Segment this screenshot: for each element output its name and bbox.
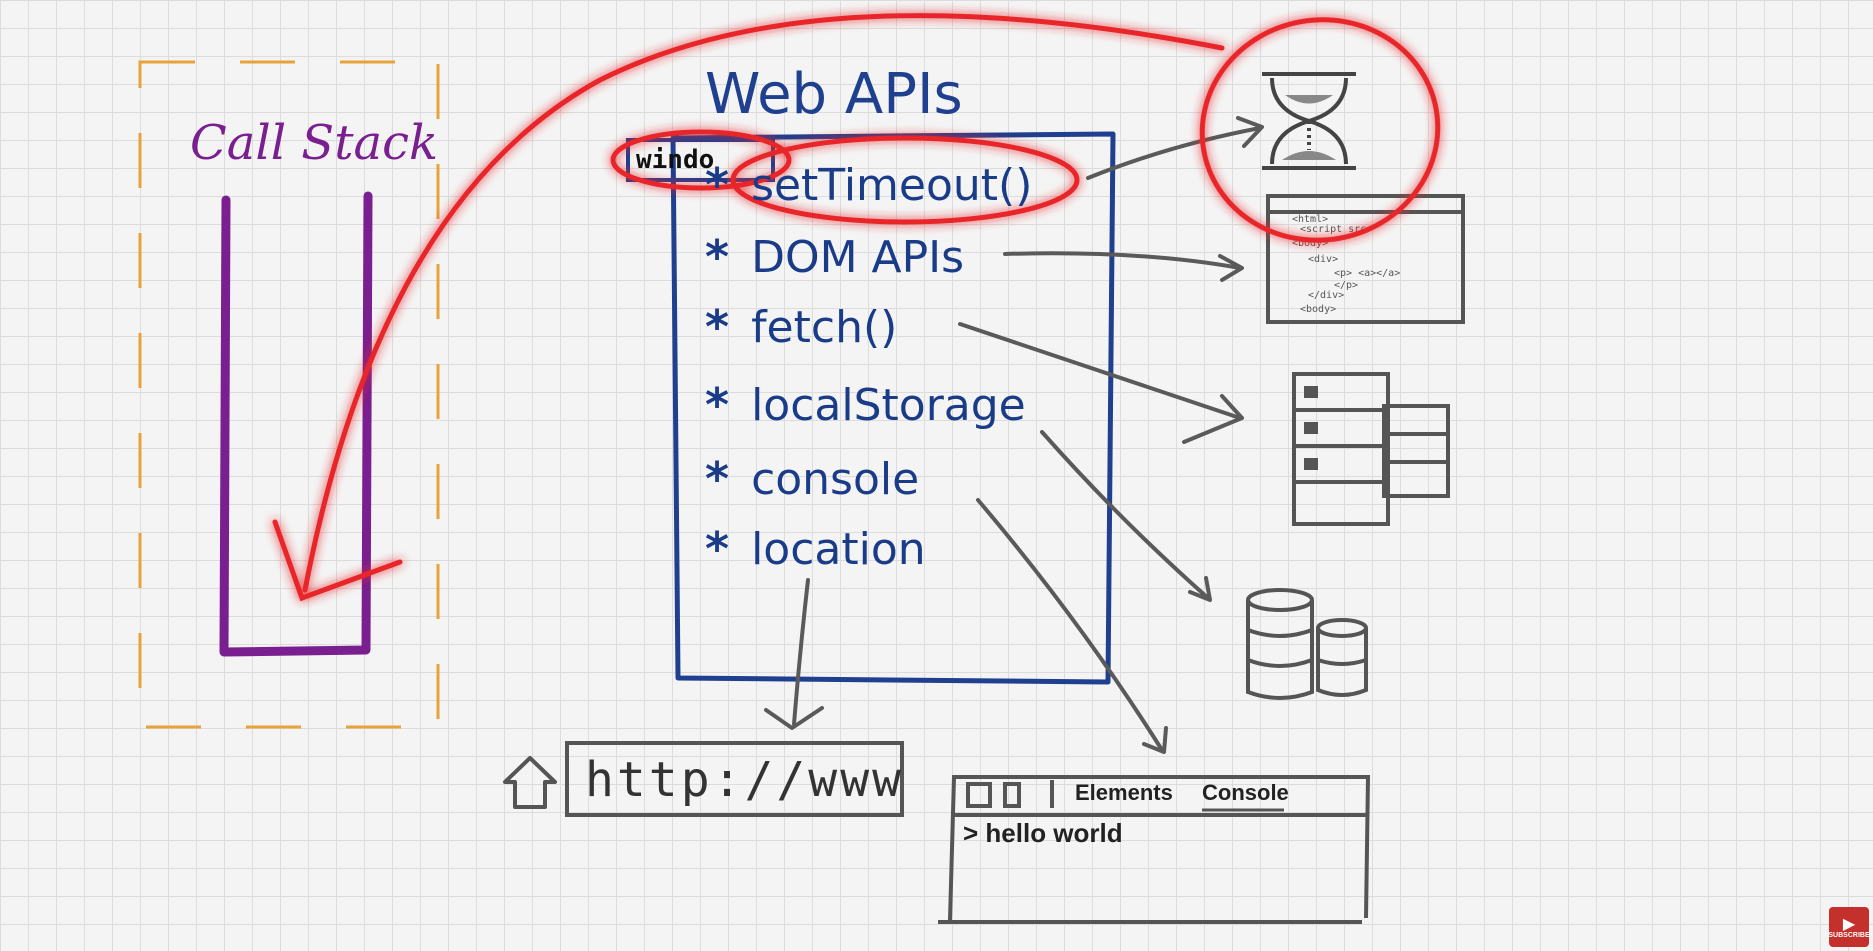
arrow-dom-to-html (1003, 251, 1242, 270)
api-label: setTimeout() (751, 159, 1033, 211)
subscribe-label: SUBSCRIBE (1828, 931, 1870, 939)
html-code-line: </div> (1308, 290, 1344, 301)
home-icon (503, 756, 557, 809)
api-label: DOM APIs (751, 231, 965, 283)
window-label: windo (636, 145, 715, 175)
arrow-location-to-url (792, 578, 810, 726)
api-list-item: * console (705, 452, 919, 506)
api-list-item: * DOM APIs (705, 230, 964, 284)
bullet-star: * (705, 522, 730, 576)
api-label: location (751, 523, 926, 575)
bullet-star: * (705, 300, 730, 354)
arrow-localstorage-to-db (1040, 430, 1210, 600)
bullet-star: * (705, 378, 730, 432)
web-apis-title: Web APIs (705, 62, 963, 127)
api-list-item: * setTimeout() (705, 158, 1032, 212)
database-icon (1246, 588, 1368, 700)
html-code-line: <p> <a></a> (1334, 268, 1400, 279)
call-stack-title: Call Stack (190, 115, 439, 171)
api-label: localStorage (751, 379, 1026, 431)
api-list-item: * localStorage (705, 378, 1026, 432)
bullet-star: * (705, 452, 730, 506)
console-output: > hello world (963, 818, 1123, 848)
url-bar-text: http://www (585, 752, 904, 808)
arrow-console-to-devtools (976, 498, 1164, 752)
api-label: console (751, 453, 920, 505)
api-label: fetch() (751, 301, 898, 353)
youtube-subscribe-button[interactable]: ▶ SUBSCRIBE (1828, 907, 1870, 947)
play-icon: ▶ (1842, 913, 1856, 933)
hourglass-icon (1262, 72, 1356, 170)
html-code-line: <div> (1308, 254, 1338, 265)
html-code-line: <body> (1300, 304, 1336, 315)
devtools-tab-elements: Elements (1075, 780, 1173, 805)
devtools-tab-console: Console (1202, 780, 1289, 805)
highlight-arrow-head (272, 519, 403, 602)
server-icon (1292, 372, 1450, 526)
bullet-star: * (705, 230, 730, 284)
api-list-item: * fetch() (705, 300, 897, 354)
bullet-star: * (705, 158, 730, 212)
api-list-item: * location (705, 522, 926, 576)
